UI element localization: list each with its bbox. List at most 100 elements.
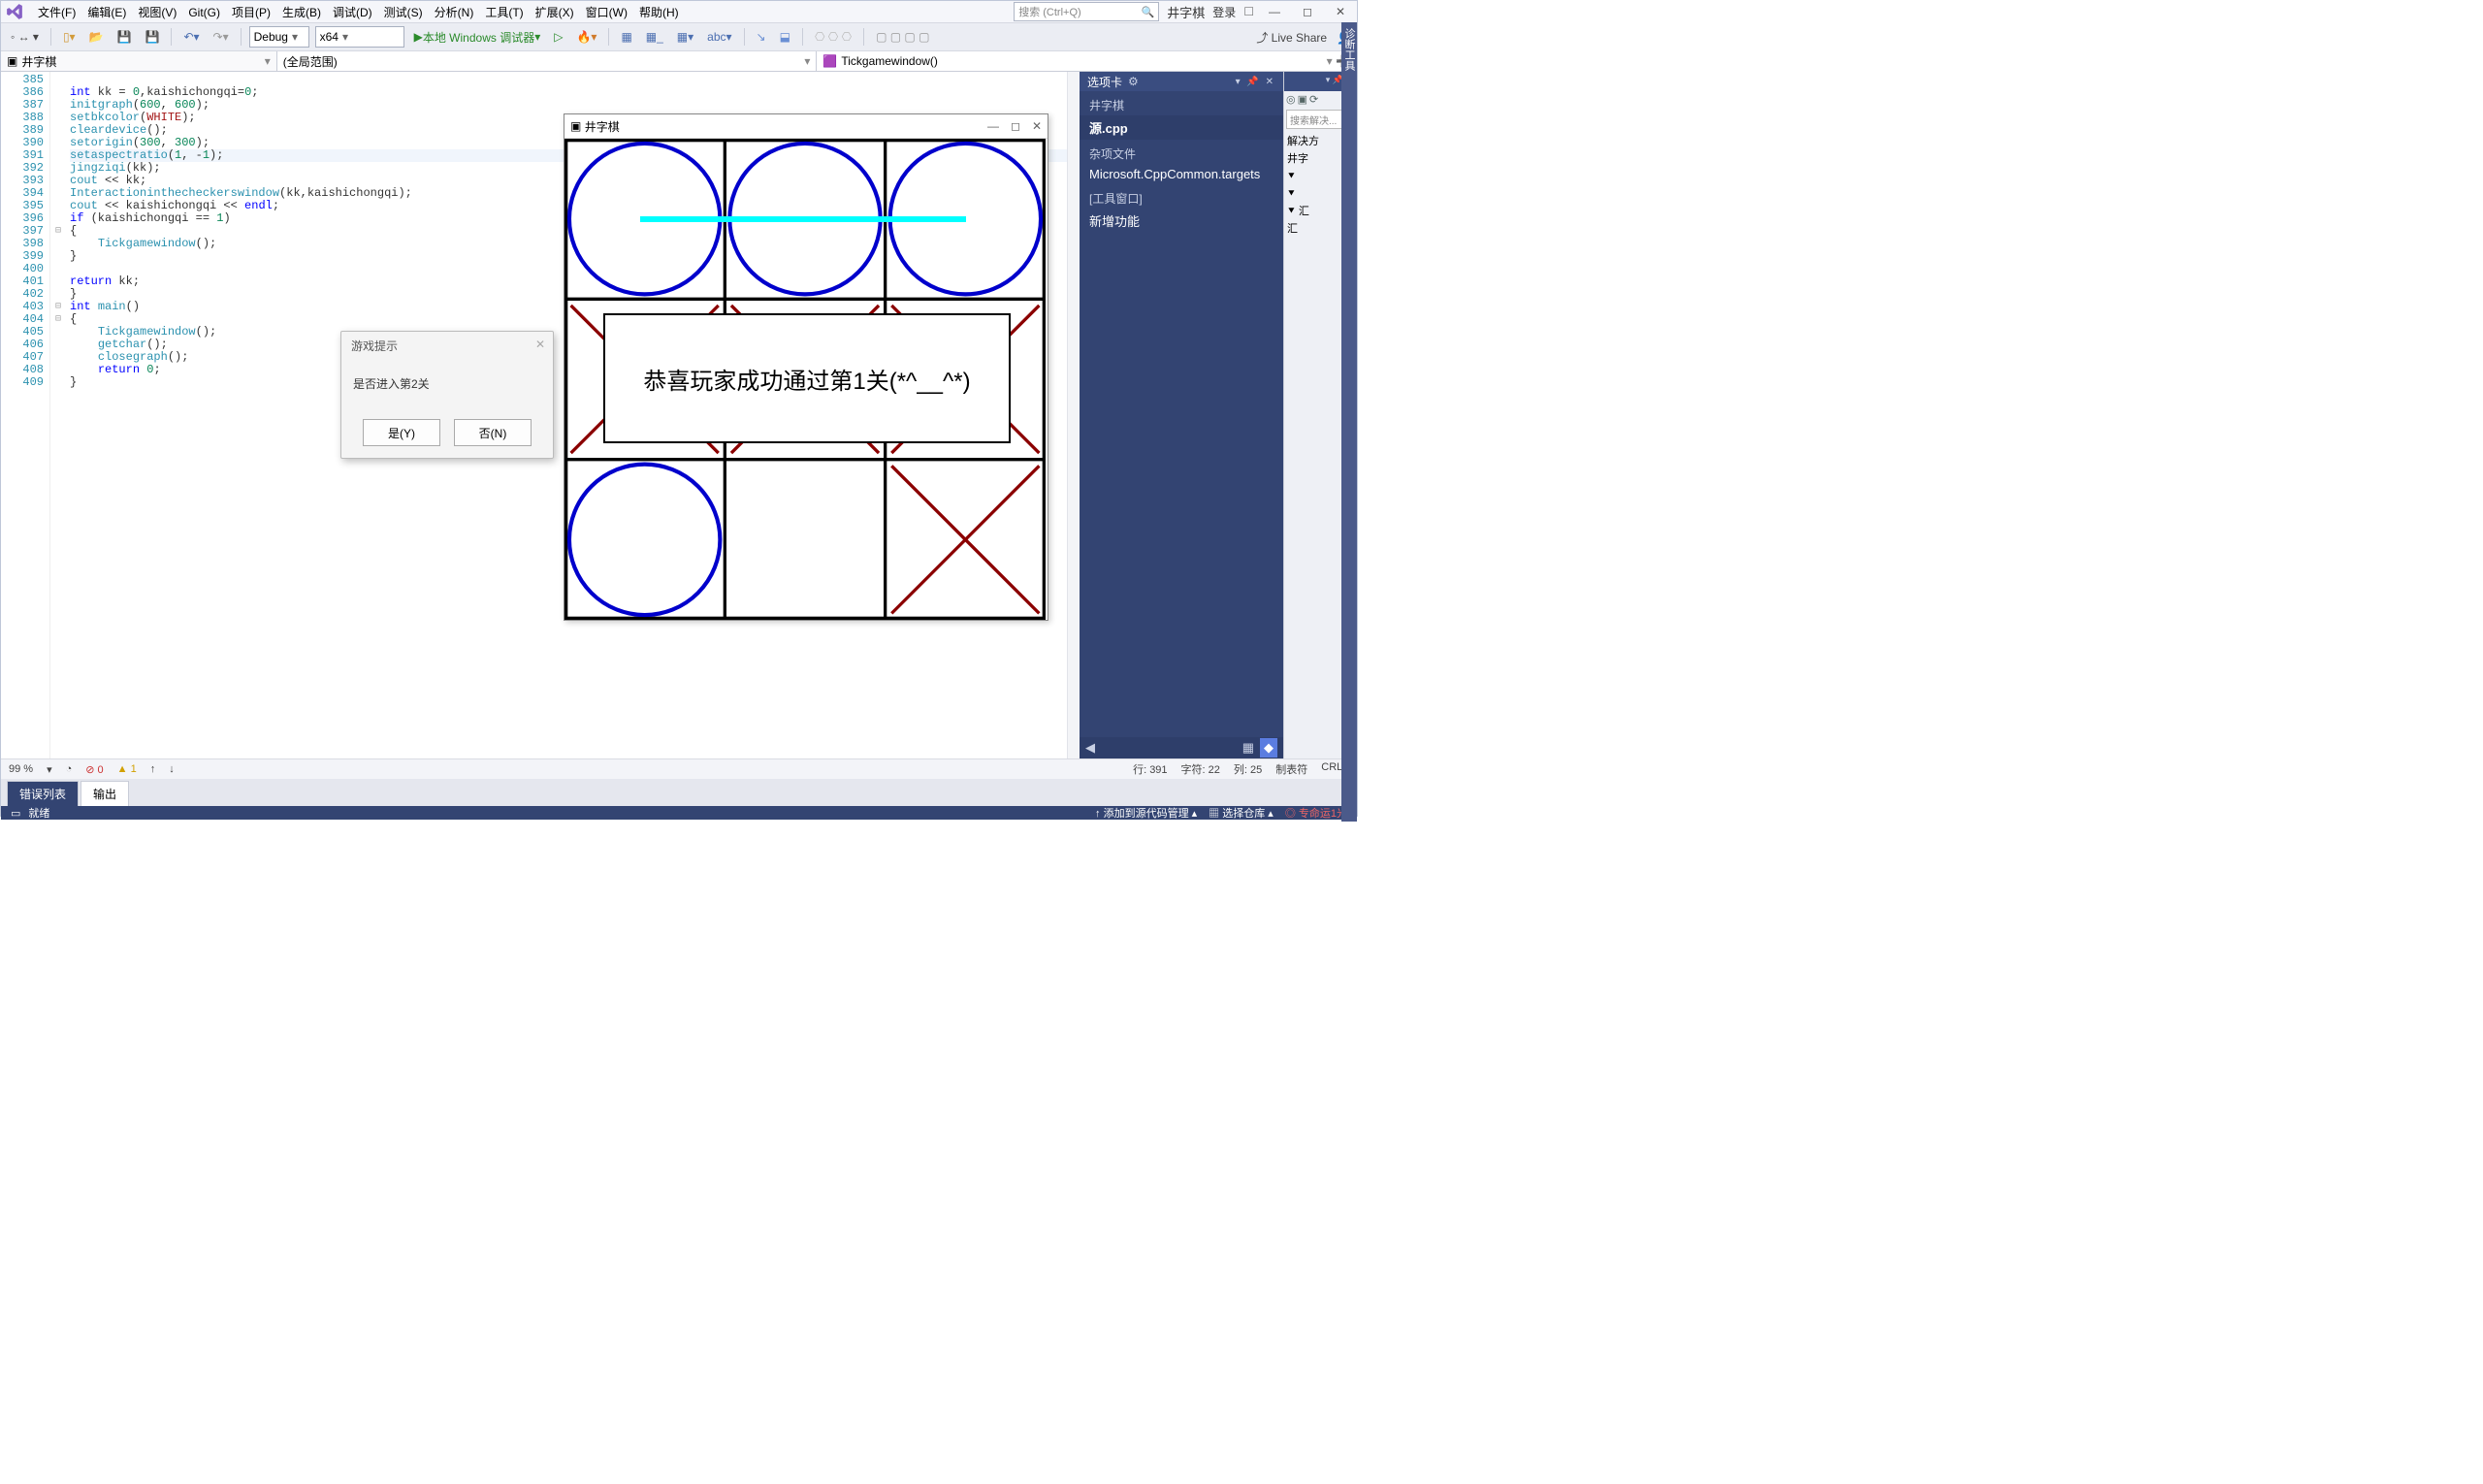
win-banner: 恭喜玩家成功通过第1关(*^__^*) — [603, 313, 1011, 443]
fold-column: ⊟⊟⊟ — [50, 72, 66, 758]
editor-status-row: 99 %▾ ◔ ⊘ 0 ▲ 1 ↑ ↓ 行: 391 字符: 22 列: 25 … — [1, 758, 1357, 779]
nav-back-icon[interactable]: ◦ ↔ ▾ — [7, 29, 43, 45]
status-bar: ▭ 就绪 ↑ 添加到源代码管理 ▴ ▦ 选择仓库 ▴ ◎ 专命运1光 — [1, 806, 1357, 820]
status-ready: 就绪 — [28, 805, 49, 821]
minimize-icon[interactable]: — — [987, 119, 999, 133]
indent-indicator[interactable]: 制表符 — [1275, 761, 1307, 777]
yes-button[interactable]: 是(Y) — [363, 419, 440, 446]
message-dialog: 游戏提示 ✕ 是否进入第2关 是(Y) 否(N) — [340, 331, 554, 459]
menu-item[interactable]: 编辑(E) — [81, 6, 132, 19]
tab-error-list[interactable]: 错误列表 — [7, 781, 79, 806]
dialog-title: 游戏提示 — [341, 332, 553, 360]
nav-down-icon[interactable]: ↓ — [169, 763, 175, 775]
start-debug-button[interactable]: ▶ 本地 Windows 调试器 ▾ — [410, 28, 545, 47]
tb-icon-8[interactable]: ▢ ▢ ▢ ▢ — [872, 29, 933, 45]
menu-item[interactable]: 扩展(X) — [530, 6, 580, 19]
nav-member-combo[interactable]: 🟪 Tickgamewindow()▾ ➕ — [817, 51, 1357, 71]
home-icon[interactable]: ▦ — [1242, 740, 1254, 756]
tb-icon-5[interactable]: ↘ — [753, 29, 770, 45]
nav-up-icon[interactable]: ↑ — [150, 763, 156, 775]
live-share-button[interactable]: ⤴ Live Share 👤 — [1256, 29, 1351, 46]
error-count[interactable]: ⊘ 0 — [85, 763, 103, 776]
scroll-left-icon[interactable]: ◀ — [1085, 740, 1095, 756]
warn-count[interactable]: ▲ 1 — [117, 763, 137, 775]
menu-item[interactable]: 测试(S) — [378, 6, 429, 19]
tb-icon-6[interactable]: ⬓ — [776, 29, 794, 45]
scrollbar[interactable] — [1067, 72, 1080, 758]
standard-toolbar: ◦ ↔ ▾ ▯▾ 📂 💾 💾 ↶▾ ↷▾ Debug▾ x64▾ ▶ 本地 Wi… — [1, 22, 1357, 51]
hot-reload-icon[interactable]: 🔥▾ — [572, 29, 600, 45]
platform-combo[interactable]: x64▾ — [315, 26, 404, 48]
ready-icon: ▭ — [11, 807, 20, 820]
quick-search-input[interactable]: 搜索 (Ctrl+Q)🔍 — [1014, 2, 1159, 21]
tb-icon-7[interactable]: ⎔ ⎔ ⎔ — [811, 29, 855, 45]
zoom-level[interactable]: 99 % — [9, 763, 33, 775]
status-extra: ◎ 专命运1光 — [1285, 805, 1347, 821]
line-gutter: 3853863873883893903913923933943953963973… — [1, 72, 50, 758]
close-icon[interactable]: ✕ — [535, 338, 545, 351]
tb-icon-3[interactable]: ▦▾ — [673, 29, 697, 45]
char-indicator: 字符: 22 — [1181, 761, 1220, 777]
game-canvas: 恭喜玩家成功通过第1关(*^__^*) — [564, 139, 1046, 620]
menu-item[interactable]: 文件(F) — [32, 6, 81, 19]
menu-item[interactable]: 调试(D) — [327, 6, 378, 19]
menu-item[interactable]: Git(G) — [182, 6, 226, 19]
dock-tool-icon[interactable]: ⟳ — [1309, 93, 1318, 106]
menu-item[interactable]: 工具(T) — [479, 6, 529, 19]
config-combo[interactable]: Debug▾ — [249, 26, 309, 48]
no-button[interactable]: 否(N) — [454, 419, 532, 446]
tab-output[interactable]: 输出 — [81, 781, 129, 806]
save-all-icon[interactable]: 💾 — [142, 29, 164, 45]
dock-tool-icon[interactable]: ▣ — [1298, 93, 1307, 106]
game-titlebar: ▣ 井字棋 —◻✕ — [564, 114, 1048, 139]
tabs-panel: 选项卡⚙ ▾ 📌 ✕ 井字棋 源.cpp 杂项文件 Microsoft.CppC… — [1080, 72, 1283, 758]
menu-item[interactable]: 项目(P) — [226, 6, 276, 19]
vs-logo-icon — [5, 2, 24, 21]
tab-source-cpp[interactable]: 源.cpp — [1080, 115, 1283, 140]
menu-item[interactable]: 窗口(W) — [580, 6, 633, 19]
menu-item[interactable]: 视图(V) — [132, 6, 182, 19]
no-issues-icon[interactable]: ◔ — [66, 763, 73, 775]
gear-icon[interactable]: ⚙ — [1128, 75, 1139, 88]
side-group-3: [工具窗口] — [1080, 184, 1283, 209]
panel-winbtns[interactable]: ▾ 📌 ✕ — [1236, 77, 1275, 87]
diamond-icon[interactable]: ◆ — [1260, 738, 1277, 758]
tab-cpp-targets[interactable]: Microsoft.CppCommon.targets — [1080, 164, 1283, 184]
signin-link[interactable]: 登录 — [1212, 4, 1236, 20]
nav-scope-combo[interactable]: (全局范围)▾ — [277, 51, 818, 71]
tb-icon-4[interactable]: abc▾ — [703, 29, 735, 45]
restore-icon[interactable]: ◻ — [1295, 3, 1320, 20]
side-group-1: 井字棋 — [1080, 91, 1283, 115]
start-nodebug-icon[interactable]: ▷ — [550, 29, 566, 45]
vs-window: 文件(F)编辑(E)视图(V)Git(G)项目(P)生成(B)调试(D)测试(S… — [0, 0, 1358, 817]
win-line — [640, 216, 966, 222]
menu-item[interactable]: 生成(B) — [276, 6, 327, 19]
source-control[interactable]: ↑ 添加到源代码管理 ▴ — [1095, 805, 1197, 821]
menu-item[interactable]: 分析(N) — [429, 6, 480, 19]
nav-project-combo[interactable]: ▣ 井字棋▾ — [1, 51, 277, 71]
redo-icon[interactable]: ↷▾ — [210, 29, 233, 45]
close-icon[interactable]: ✕ — [1328, 3, 1353, 20]
col-indicator: 列: 25 — [1234, 761, 1262, 777]
nav-bar: ▣ 井字棋▾ (全局范围)▾ 🟪 Tickgamewindow()▾ ➕ — [1, 51, 1357, 72]
tb-icon-2[interactable]: ▦_ — [642, 29, 667, 45]
menu-item[interactable]: 帮助(H) — [633, 6, 685, 19]
side-group-2: 杂项文件 — [1080, 140, 1283, 164]
minimize-icon[interactable]: — — [1262, 3, 1287, 20]
tb-icon-1[interactable]: ▦ — [617, 29, 635, 45]
new-item-icon[interactable]: ▯▾ — [59, 29, 80, 45]
repo-picker[interactable]: ▦ 选择仓库 ▴ — [1209, 805, 1274, 821]
search-icon: 🔍 — [1142, 6, 1155, 18]
open-icon[interactable]: 📂 — [85, 29, 108, 45]
maximize-icon[interactable]: ◻ — [1011, 119, 1020, 133]
undo-icon[interactable]: ↶▾ — [179, 29, 203, 45]
save-icon[interactable]: 💾 — [113, 29, 136, 45]
tab-whatsnew[interactable]: 新增功能 — [1080, 209, 1283, 233]
panel-footer: ◀ ▦ ◆ — [1080, 737, 1283, 758]
line-indicator: 行: 391 — [1133, 761, 1167, 777]
diagnostics-rail[interactable]: 诊断工具 — [1341, 22, 1357, 822]
close-icon[interactable]: ✕ — [1032, 119, 1042, 133]
dialog-message: 是否进入第2关 — [341, 360, 553, 411]
app-icon: ▣ — [570, 119, 581, 133]
dock-tool-icon[interactable]: ◎ — [1286, 93, 1296, 106]
